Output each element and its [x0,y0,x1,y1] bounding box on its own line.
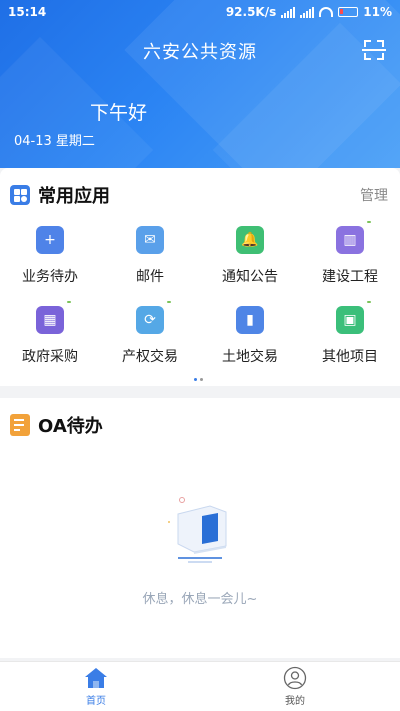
oa-todo-card: OA待办 休息，休息一会儿~ [0,398,400,658]
app-item-label: 通知公告 [222,269,278,285]
nav-home[interactable]: 首页 [66,666,126,707]
new-badge-icon [367,301,371,303]
page-indicator [194,378,203,381]
manage-button[interactable]: 管理 [360,185,388,205]
battery-icon [338,7,359,17]
network-speed: 92.5K/s [225,5,277,19]
app-title: 六安公共资源 [143,42,257,63]
app-item-label: 邮件 [136,269,164,285]
app-item-label: 其他项目 [322,349,378,365]
app-item-label: 业务待办 [22,269,78,285]
property-exchange-icon: ⟳ [136,301,171,334]
app-item-label: 政府采购 [22,349,78,365]
new-badge-icon [67,301,71,303]
header-banner: 15:14 92.5K/s 11% 六安公共资源 下午好 04-13 星期二 [0,0,400,168]
app-grid: + 业务待办 ✉ 邮件 🔔 通知公告 ▥ 建设工程 ▦ 政府采购 ⟳ 产权交易 ▮ 土地交易 ▣ 其他项目 [0,221,400,366]
empty-state-text: 休息，休息一会儿~ [142,592,258,607]
nav-me[interactable]: 我的 [265,666,325,707]
app-item-label: 土地交易 [222,349,278,365]
nav-home-label: 首页 [86,696,106,707]
scan-icon[interactable] [362,40,386,60]
app-item-label: 建设工程 [322,269,378,285]
app-item[interactable]: ▦ 政府采购 [0,301,100,366]
task-add-icon: + [36,226,64,254]
bell-icon: 🔔 [236,226,264,254]
land-buildings-icon: ▮ [236,306,264,334]
status-bar: 15:14 92.5K/s 11% [0,0,400,24]
nav-me-label: 我的 [285,696,305,707]
new-badge-icon [367,221,371,223]
section-title: OA待办 [38,416,103,437]
app-item[interactable]: ⟳ 产权交易 [100,301,200,366]
app-item[interactable]: ▮ 土地交易 [200,306,300,366]
app-item[interactable]: ▣ 其他项目 [300,301,400,366]
user-icon [283,666,307,690]
bottom-nav: 首页 我的 [0,661,400,711]
todo-list-icon [10,414,30,436]
greeting-text: 下午好 [90,102,148,124]
new-badge-icon [167,301,171,303]
app-item[interactable]: ▥ 建设工程 [300,221,400,286]
signal-icon [300,6,315,18]
app-item[interactable]: 🔔 通知公告 [200,226,300,286]
building-chart-icon: ▥ [336,221,371,254]
battery-percent: 11% [363,5,392,19]
mail-icon: ✉ [136,226,164,254]
grid-apps-icon: ▦ [36,301,71,334]
section-title: 常用应用 [38,186,110,207]
app-item[interactable]: ✉ 邮件 [100,226,200,286]
empty-box-illustration [168,497,227,563]
status-time: 15:14 [8,5,47,19]
home-icon [85,668,107,688]
app-item-label: 产权交易 [122,349,178,365]
apps-section-icon [10,185,30,205]
signal-icon [281,6,296,18]
wifi-icon [319,7,334,17]
common-apps-card: 常用应用 管理 + 业务待办 ✉ 邮件 🔔 通知公告 ▥ 建设工程 ▦ 政府采购 ⟳ 产权交易 ▮ 土地交… [0,168,400,386]
app-item[interactable]: + 业务待办 [0,226,100,286]
briefcase-icon: ▣ [336,301,371,334]
date-text: 04-13 星期二 [14,134,95,149]
